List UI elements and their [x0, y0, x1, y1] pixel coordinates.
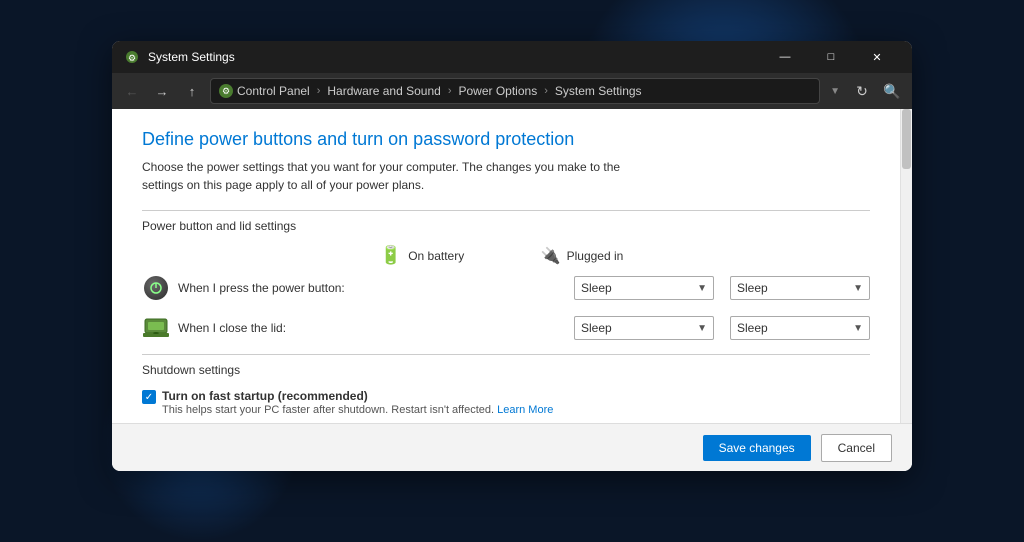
power-button-icon: [142, 274, 170, 302]
shutdown-section-label: Shutdown settings: [142, 363, 870, 377]
address-icon: ⚙: [219, 84, 233, 98]
window-icon: ⚙: [124, 49, 140, 65]
power-button-battery-arrow: ▼: [697, 283, 707, 294]
fast-startup-label: Turn on fast startup (recommended): [162, 389, 870, 403]
main-panel: Define power buttons and turn on passwor…: [112, 109, 900, 423]
address-input[interactable]: ⚙ Control Panel › Hardware and Sound › P…: [210, 78, 820, 104]
window-title: System Settings: [148, 50, 762, 64]
power-button-label: When I press the power button:: [178, 281, 574, 295]
power-button-plugged-value: Sleep: [737, 281, 768, 295]
search-button[interactable]: 🔍: [880, 79, 904, 103]
bottom-bar: Save changes Cancel: [112, 423, 912, 471]
address-dropdown-button[interactable]: ▼: [826, 86, 844, 97]
power-button-plugged-select[interactable]: Sleep ▼: [730, 276, 870, 300]
close-lid-selects: Sleep ▼ Sleep ▼: [574, 316, 870, 340]
close-lid-battery-value: Sleep: [581, 321, 612, 335]
close-lid-icon: [142, 314, 170, 342]
plug-icon: 🔌: [541, 246, 561, 266]
power-button-battery-value: Sleep: [581, 281, 612, 295]
up-button[interactable]: ↑: [180, 79, 204, 103]
sep-1: ›: [317, 85, 321, 97]
fast-startup-row: ✓ Turn on fast startup (recommended) Thi…: [142, 389, 870, 416]
power-button-battery-select[interactable]: Sleep ▼: [574, 276, 714, 300]
breadcrumb-2: Hardware and Sound: [327, 84, 440, 98]
sep-3: ›: [544, 85, 548, 97]
power-button-selects: Sleep ▼ Sleep ▼: [574, 276, 870, 300]
plugged-in-label: Plugged in: [567, 249, 624, 263]
save-changes-button[interactable]: Save changes: [703, 435, 811, 461]
close-lid-row: When I close the lid: Sleep ▼ Sleep ▼: [142, 314, 870, 342]
divider-1: [142, 210, 870, 211]
title-bar: ⚙ System Settings — □ ✕: [112, 41, 912, 73]
back-button[interactable]: ←: [120, 79, 144, 103]
battery-icon: 🔋: [380, 245, 402, 266]
plugged-in-header: 🔌 Plugged in: [502, 245, 662, 266]
window-controls: — □ ✕: [762, 41, 900, 73]
breadcrumb-3: Power Options: [458, 84, 537, 98]
sep-2: ›: [448, 85, 452, 97]
fast-startup-checkbox[interactable]: ✓: [142, 390, 156, 404]
fast-startup-desc: This helps start your PC faster after sh…: [162, 404, 870, 416]
fast-startup-content: Turn on fast startup (recommended) This …: [162, 389, 870, 416]
content-area: Define power buttons and turn on passwor…: [112, 109, 912, 423]
divider-2: [142, 354, 870, 355]
page-title: Define power buttons and turn on passwor…: [142, 129, 870, 150]
cancel-button[interactable]: Cancel: [821, 434, 892, 462]
breadcrumb-1: Control Panel: [237, 84, 310, 98]
on-battery-header: 🔋 On battery: [342, 245, 502, 266]
breadcrumb-4: System Settings: [555, 84, 642, 98]
close-button[interactable]: ✕: [854, 41, 900, 73]
on-battery-label: On battery: [408, 249, 464, 263]
power-button-row: When I press the power button: Sleep ▼ S…: [142, 274, 870, 302]
page-description: Choose the power settings that you want …: [142, 158, 622, 194]
close-lid-plugged-select[interactable]: Sleep ▼: [730, 316, 870, 340]
address-bar: ← → ↑ ⚙ Control Panel › Hardware and Sou…: [112, 73, 912, 109]
close-lid-battery-select[interactable]: Sleep ▼: [574, 316, 714, 340]
minimize-button[interactable]: —: [762, 41, 808, 73]
power-section-label: Power button and lid settings: [142, 219, 870, 233]
close-lid-label: When I close the lid:: [178, 321, 574, 335]
close-lid-plugged-value: Sleep: [737, 321, 768, 335]
system-settings-window: ⚙ System Settings — □ ✕ ← → ↑ ⚙ Control …: [112, 41, 912, 471]
fast-startup-checkbox-wrap: ✓: [142, 390, 156, 404]
refresh-button[interactable]: ↻: [850, 79, 874, 103]
power-button-plugged-arrow: ▼: [853, 283, 863, 294]
forward-button[interactable]: →: [150, 79, 174, 103]
scrollbar-thumb[interactable]: [902, 109, 911, 169]
learn-more-link[interactable]: Learn More: [497, 404, 553, 416]
close-lid-battery-arrow: ▼: [697, 323, 707, 334]
close-lid-plugged-arrow: ▼: [853, 323, 863, 334]
maximize-button[interactable]: □: [808, 41, 854, 73]
svg-text:⚙: ⚙: [128, 53, 136, 63]
scrollbar-track[interactable]: [900, 109, 912, 423]
